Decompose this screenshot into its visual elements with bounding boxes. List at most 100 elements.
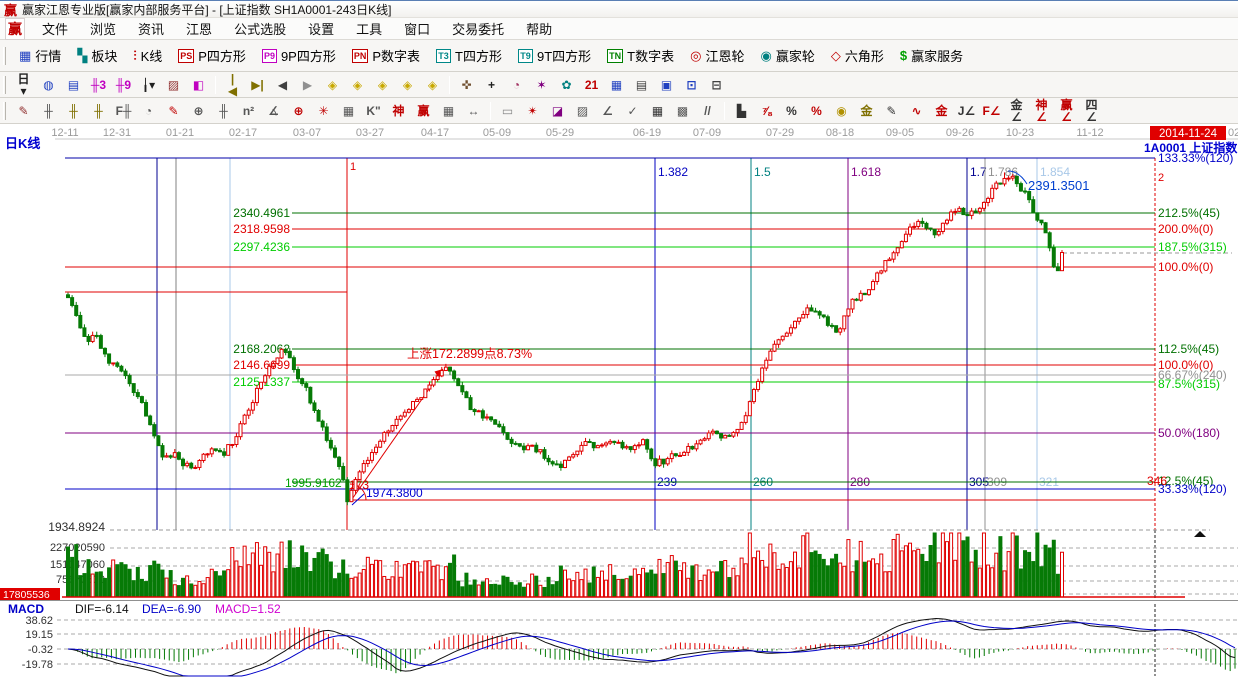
sectors-button[interactable]: ▚板块 xyxy=(75,44,119,67)
menu-item-10[interactable]: 帮助 xyxy=(515,17,563,40)
print-icon[interactable]: ⊟ xyxy=(705,74,728,95)
market-globe-icon[interactable]: ◍ xyxy=(37,74,60,95)
menu-item-5[interactable]: 公式选股 xyxy=(223,17,297,40)
prev-page-icon[interactable]: ◀ xyxy=(271,74,294,95)
gann-shape-icon[interactable]: ✶ xyxy=(530,74,553,95)
circle-comb-icon[interactable]: ⊕ xyxy=(187,100,210,121)
pct-line-icon[interactable]: % xyxy=(805,100,828,121)
candle-style-selector[interactable]: ╽▾ xyxy=(137,74,160,95)
check-line-icon[interactable]: ✓ xyxy=(621,100,644,121)
zoom-diamond-5-icon[interactable]: ◈ xyxy=(421,74,444,95)
web-box-icon[interactable]: ▨ xyxy=(571,100,594,121)
seven-pct-icon[interactable]: ⅞ xyxy=(755,100,778,121)
gann-circle-icon[interactable]: ⊕ xyxy=(287,100,310,121)
menu-item-6[interactable]: 设置 xyxy=(297,17,345,40)
menu-item-1[interactable]: 文件 xyxy=(31,17,79,40)
ying-grid-icon[interactable]: 赢 xyxy=(412,100,435,121)
j-slope-icon[interactable]: J∠ xyxy=(955,100,978,121)
crosshair-icon[interactable]: + xyxy=(480,74,503,95)
chart-area[interactable]: 12-1112-3101-2102-1703-0703-2704-1705-09… xyxy=(0,124,1238,678)
hand-tool-icon[interactable]: ✜ xyxy=(455,74,478,95)
last-page-icon[interactable]: ▶| xyxy=(246,74,269,95)
grid-123-icon[interactable]: ▦ xyxy=(437,100,460,121)
k-quote-icon[interactable]: K" xyxy=(362,100,385,121)
gold-circle-icon[interactable]: ◉ xyxy=(830,100,853,121)
measure-icon[interactable]: ◔ xyxy=(505,74,528,95)
menu-item-4[interactable]: 江恩 xyxy=(175,17,223,40)
menu-item-9[interactable]: 交易委托 xyxy=(441,17,515,40)
corner-box-icon[interactable]: ▭ xyxy=(496,100,519,121)
gold-comb2-icon[interactable]: ╫ xyxy=(87,100,110,121)
kline-chart-canvas[interactable]: 12-1112-3101-2102-1703-0703-2704-1705-09… xyxy=(0,124,1238,678)
line-fan-icon[interactable]: ∠ xyxy=(596,100,619,121)
percent-bars-icon[interactable]: ▙ xyxy=(730,100,753,121)
brush-icon[interactable]: ✎ xyxy=(12,100,35,121)
calculator-icon[interactable]: ▦ xyxy=(605,74,628,95)
color-bars-icon[interactable]: ◧ xyxy=(187,74,210,95)
info-list-icon[interactable]: ▤ xyxy=(62,74,85,95)
notebook-icon[interactable]: ▤ xyxy=(630,74,653,95)
9t-square-button[interactable]: T99T四方形 xyxy=(516,44,593,67)
ink-pen-icon[interactable]: ✎ xyxy=(880,100,903,121)
ying-slope-icon[interactable]: 赢∠ xyxy=(1055,100,1078,121)
dense-comb-icon[interactable]: ╫ xyxy=(212,100,235,121)
menu-item-2[interactable]: 浏览 xyxy=(79,17,127,40)
comb-line-icon[interactable]: ╫ xyxy=(37,100,60,121)
p-square-button[interactable]: PSP四方形 xyxy=(176,44,248,67)
menu-item-3[interactable]: 资讯 xyxy=(127,17,175,40)
first-page-icon[interactable]: |◀ xyxy=(221,74,244,95)
chart3-icon[interactable]: ╫3 xyxy=(87,74,110,95)
p-number-table-button[interactable]: PNP数字表 xyxy=(350,44,422,67)
shen-grid-icon[interactable]: 神 xyxy=(387,100,410,121)
candle-body xyxy=(822,315,825,317)
zoom-diamond-4-icon[interactable]: ◈ xyxy=(396,74,419,95)
calendar-icon[interactable]: 21 xyxy=(580,74,603,95)
chart9-icon[interactable]: ╫9 xyxy=(112,74,135,95)
volume-bar xyxy=(637,575,640,597)
kline-button[interactable]: ⫶K线 xyxy=(131,44,164,67)
wave-icon[interactable]: ∿ xyxy=(905,100,928,121)
slash-lines-icon[interactable]: // xyxy=(696,100,719,121)
gold-coin-icon[interactable]: 金 xyxy=(855,100,878,121)
square-web-icon[interactable]: ▦ xyxy=(337,100,360,121)
spiral-icon[interactable]: ◔ xyxy=(137,100,160,121)
zoom-diamond-2-icon[interactable]: ◈ xyxy=(346,74,369,95)
gold-comb-icon[interactable]: ╫ xyxy=(62,100,85,121)
pc-search-icon[interactable]: ⊡ xyxy=(680,74,703,95)
frame-grid-icon[interactable]: ▩ xyxy=(671,100,694,121)
zoom-diamond-1-icon[interactable]: ◈ xyxy=(321,74,344,95)
winner-service-button[interactable]: $赢家服务 xyxy=(898,44,965,67)
menu-item-7[interactable]: 工具 xyxy=(345,17,393,40)
gold-slope-icon[interactable]: 金 xyxy=(930,100,953,121)
red-fan-icon[interactable]: ✴ xyxy=(521,100,544,121)
title-bar[interactable]: 赢 赢家江恩专业版[赢家内部服务平台] - [上证指数 SH1A0001-243… xyxy=(0,0,1238,18)
save-icon[interactable]: ▣ xyxy=(655,74,678,95)
n-square-icon[interactable]: n² xyxy=(237,100,260,121)
winner-wheel-button[interactable]: ◉赢家轮 xyxy=(758,44,816,67)
f-slope-icon[interactable]: F∠ xyxy=(980,100,1003,121)
candle-body xyxy=(806,308,809,315)
shen-slope-icon[interactable]: 神∠ xyxy=(1030,100,1053,121)
quotes-button[interactable]: ▦行情 xyxy=(17,44,63,67)
radial-web-icon[interactable]: ✳ xyxy=(312,100,335,121)
hexagon-button[interactable]: ◇六角形 xyxy=(829,44,886,67)
fan-box-icon[interactable]: ◪ xyxy=(546,100,569,121)
gann-wheel-button[interactable]: ◎江恩轮 xyxy=(688,44,746,67)
t-square-button[interactable]: T3T四方形 xyxy=(434,44,504,67)
angle-ruler-icon[interactable]: ∡ xyxy=(262,100,285,121)
next-page-icon[interactable]: ▶ xyxy=(296,74,319,95)
gold-angle-icon[interactable]: 金∠ xyxy=(1005,100,1028,121)
si-slope-icon[interactable]: 四∠ xyxy=(1080,100,1103,121)
f-comb-icon[interactable]: F╫ xyxy=(112,100,135,121)
pct-icon[interactable]: % xyxy=(780,100,803,121)
dragon-tool-icon[interactable]: ✿ xyxy=(555,74,578,95)
pattern-icon[interactable]: ▨ xyxy=(162,74,185,95)
span-arrows-icon[interactable]: ↔ xyxy=(462,100,485,121)
dark-grid-icon[interactable]: ▦ xyxy=(646,100,669,121)
period-day-selector[interactable]: 日▾ xyxy=(12,74,35,95)
menu-item-8[interactable]: 窗口 xyxy=(393,17,441,40)
t-number-table-button[interactable]: TNT数字表 xyxy=(605,44,676,67)
zoom-diamond-3-icon[interactable]: ◈ xyxy=(371,74,394,95)
9p-square-button[interactable]: P99P四方形 xyxy=(260,44,338,67)
red-brush-icon[interactable]: ✎ xyxy=(162,100,185,121)
